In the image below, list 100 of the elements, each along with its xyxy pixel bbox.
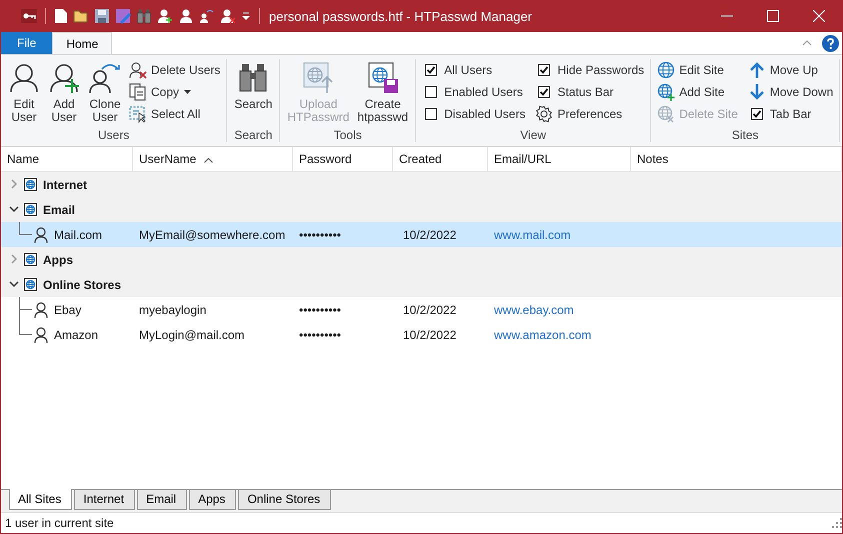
delete-globe-icon xyxy=(657,105,676,123)
table-cell-text: 10/2/2022 xyxy=(402,228,458,242)
checkbox[interactable]: Disabled Users xyxy=(420,103,528,125)
column-header[interactable]: Email/URL xyxy=(488,147,631,171)
ribbon-button[interactable]: Select All xyxy=(127,103,222,125)
site-icon xyxy=(24,203,37,216)
resize-grip-icon xyxy=(832,518,842,528)
site-name[interactable]: Apps xyxy=(43,252,73,266)
check-icon xyxy=(539,87,550,97)
site-tab[interactable]: Online Stores xyxy=(238,490,332,510)
site-icon xyxy=(24,253,37,266)
add-globe-icon xyxy=(657,83,676,101)
create-file-icon xyxy=(366,61,399,95)
upload-icon xyxy=(302,61,334,95)
site-icon xyxy=(24,278,37,291)
key-icon xyxy=(21,8,37,24)
table-cell-text: 10/2/2022 xyxy=(402,302,458,316)
column-header[interactable]: Notes xyxy=(631,147,842,171)
site-icon xyxy=(24,178,37,191)
ribbon-button[interactable]: Clone User xyxy=(85,59,125,128)
arrow-down-icon xyxy=(748,83,766,101)
sort-ascending-icon xyxy=(204,157,214,163)
site-tab[interactable]: All Sites xyxy=(9,489,72,510)
maximize-icon xyxy=(767,10,779,22)
site-tab[interactable]: Internet xyxy=(74,490,136,510)
user-icon xyxy=(178,8,194,24)
ribbon-button[interactable]: Delete Users xyxy=(127,59,222,81)
table-cell-text: MyEmail@somewhere.com xyxy=(138,228,286,242)
ribbon-button[interactable]: Move Up xyxy=(746,59,836,81)
ribbon-button[interactable]: Edit User xyxy=(5,59,43,128)
user-icon xyxy=(34,302,48,318)
site-tab[interactable]: Apps xyxy=(189,490,236,510)
collapse-icon xyxy=(802,40,812,46)
table-cell-text: •••••••••• xyxy=(298,302,342,316)
globe-icon xyxy=(657,61,676,79)
group-label: Tools xyxy=(332,128,363,142)
table-cell-text: 10/2/2022 xyxy=(402,328,458,342)
dropdown-icon xyxy=(241,11,251,21)
ribbon-button[interactable]: Move Down xyxy=(746,81,836,103)
ribbon-button[interactable]: Create htpasswd xyxy=(354,59,412,128)
ribbon-button[interactable]: Preferences xyxy=(533,103,646,125)
ribbon-button[interactable]: Add User xyxy=(45,59,83,128)
user-row[interactable]: Ebay myebaylogin •••••••••• 10/2/2022 www.ebay.com xyxy=(1,297,842,322)
check-icon xyxy=(426,65,436,75)
ribbon-button[interactable]: Add Site xyxy=(655,81,740,103)
group-label: Search xyxy=(233,128,274,142)
site-name[interactable]: Online Stores xyxy=(43,278,122,292)
user-icon xyxy=(34,326,48,342)
clone-user-icon xyxy=(88,61,122,95)
delete-user-icon xyxy=(129,61,147,79)
column-header[interactable]: Created xyxy=(393,147,488,171)
user-icon xyxy=(34,226,48,242)
checkbox[interactable]: Hide Passwords xyxy=(533,59,646,81)
check-icon xyxy=(752,109,762,119)
column-header[interactable]: Name xyxy=(1,147,133,171)
arrow-up-icon xyxy=(748,61,766,79)
site-name[interactable]: Internet xyxy=(43,178,88,192)
binoculars-icon xyxy=(136,8,152,24)
clone-user-icon xyxy=(199,8,215,24)
window-title: personal passwords.htf - HTPasswd Manager xyxy=(269,8,534,24)
site-name[interactable]: Email xyxy=(43,202,76,216)
table-cell-text: Mail.com xyxy=(53,228,102,242)
table-cell-text: MyLogin@mail.com xyxy=(138,328,246,342)
checkbox[interactable]: Enabled Users xyxy=(420,81,528,103)
url-link[interactable]: www.mail.com xyxy=(488,228,631,242)
delete-user-icon xyxy=(220,8,236,24)
ribbon-button[interactable]: Edit Site xyxy=(655,59,740,81)
ribbon-button[interactable]: Search xyxy=(231,59,276,128)
table-cell-text: Ebay xyxy=(53,302,82,316)
user-row[interactable]: Amazon MyLogin@mail.com •••••••••• 10/2/2022 www.amazon.com xyxy=(1,322,842,347)
save-icon xyxy=(94,8,110,24)
ribbon-tab[interactable]: Home xyxy=(52,32,112,54)
help-icon xyxy=(822,34,839,52)
group-label: View xyxy=(519,128,548,142)
caret-icon xyxy=(184,90,192,94)
dropdown-button[interactable]: Copy xyxy=(127,81,222,103)
table-cell-text: Amazon xyxy=(53,328,98,342)
user-row[interactable]: Mail.com MyEmail@somewhere.com •••••••••• 10/2/2022 www.mail.com xyxy=(1,222,842,247)
checkbox[interactable]: Status Bar xyxy=(533,81,646,103)
file-menu-tab[interactable]: File xyxy=(1,32,52,54)
checkbox[interactable]: All Users xyxy=(420,59,528,81)
add-user-icon xyxy=(48,61,80,95)
column-header[interactable]: Password xyxy=(293,147,393,171)
status-text: 1 user in current site xyxy=(5,516,114,530)
column-header[interactable]: UserName xyxy=(133,147,293,171)
gear-icon xyxy=(535,105,554,123)
group-label: Users xyxy=(97,128,130,142)
check-icon xyxy=(539,65,550,75)
site-tab[interactable]: Email xyxy=(137,490,188,510)
user-icon xyxy=(8,61,40,95)
add-user-icon xyxy=(157,8,173,24)
url-link[interactable]: www.ebay.com xyxy=(488,302,631,316)
group-label: Sites xyxy=(730,128,760,142)
checkbox[interactable]: Tab Bar xyxy=(746,103,836,125)
select-all-icon xyxy=(129,105,147,123)
close-icon xyxy=(813,10,825,22)
copy-icon xyxy=(129,83,147,101)
url-link[interactable]: www.amazon.com xyxy=(488,328,631,342)
table-cell-text: •••••••••• xyxy=(298,328,342,342)
table-cell-text: •••••••••• xyxy=(298,228,342,242)
